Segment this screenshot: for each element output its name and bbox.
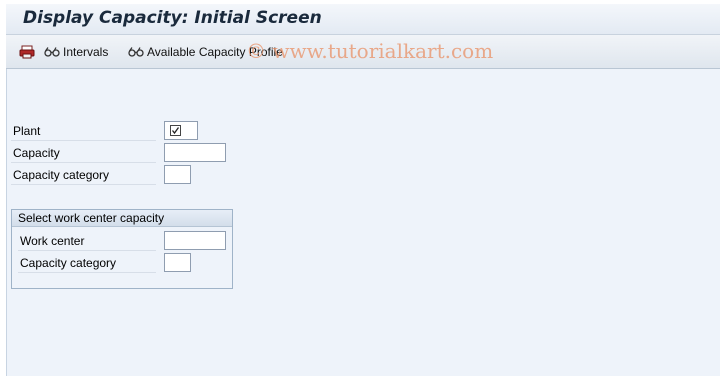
capacity-category-label: Capacity category [11,165,156,185]
intervals-label: Intervals [63,45,109,59]
group-capacity-category-label: Capacity category [18,253,156,273]
glasses-icon [44,47,60,57]
capacity-field[interactable] [164,143,226,162]
work-center-label: Work center [18,231,156,251]
print-layout-icon [19,45,35,59]
watermark: © www.tutorialkart.com [246,39,494,63]
work-center-field[interactable] [164,231,226,250]
capacity-category-field[interactable] [164,165,191,184]
title-bar: Display Capacity: Initial Screen [6,4,720,35]
required-check-icon [170,125,181,136]
capacity-label: Capacity [11,143,156,163]
page-title: Display Capacity: Initial Screen [23,8,322,28]
print-layout-button[interactable] [19,43,39,61]
plant-label: Plant [11,121,156,141]
glasses-icon [128,47,144,57]
plant-field[interactable] [164,121,198,140]
intervals-button[interactable]: Intervals [44,43,108,61]
group-capacity-category-field[interactable] [164,253,191,272]
group-title: Select work center capacity [12,210,232,227]
